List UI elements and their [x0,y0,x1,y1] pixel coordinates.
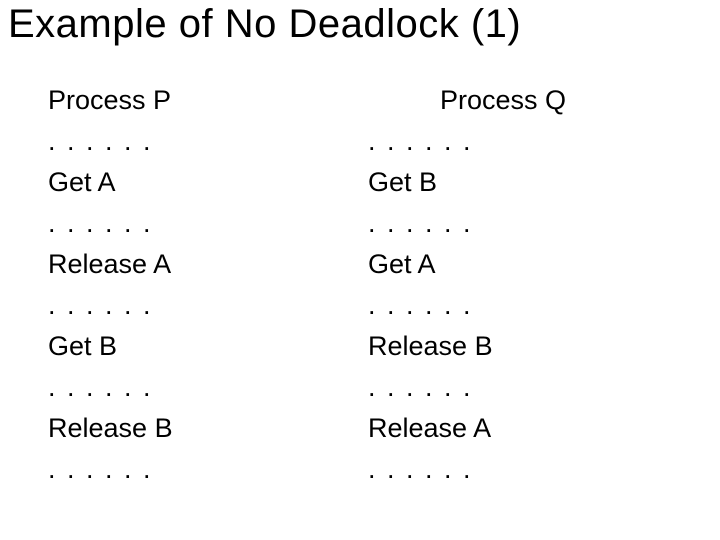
ellipsis: . . . . . . [48,121,348,162]
ellipsis: . . . . . . [368,449,688,490]
ellipsis: . . . . . . [48,203,348,244]
process-q-step: Get A [368,244,688,285]
process-p-step: Release A [48,244,348,285]
ellipsis: . . . . . . [48,285,348,326]
ellipsis: . . . . . . [48,367,348,408]
ellipsis: . . . . . . [368,203,688,244]
process-q-header: Process Q [368,80,688,121]
ellipsis: . . . . . . [368,367,688,408]
slide-title: Example of No Deadlock (1) [8,2,521,47]
process-q-step: Release A [368,408,688,449]
slide: Example of No Deadlock (1) Process P . .… [0,0,720,540]
process-p-column: Process P . . . . . . Get A . . . . . . … [48,80,348,490]
process-q-step: Release B [368,326,688,367]
process-p-step: Get A [48,162,348,203]
ellipsis: . . . . . . [368,285,688,326]
process-p-step: Get B [48,326,348,367]
process-q-column: Process Q . . . . . . Get B . . . . . . … [368,80,688,490]
ellipsis: . . . . . . [48,449,348,490]
ellipsis: . . . . . . [368,121,688,162]
process-p-header: Process P [48,80,348,121]
process-q-step: Get B [368,162,688,203]
process-p-step: Release B [48,408,348,449]
